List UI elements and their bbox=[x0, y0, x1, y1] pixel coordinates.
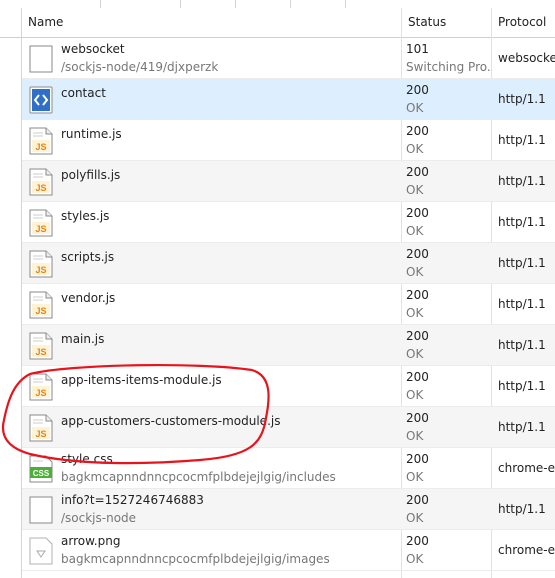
protocol-value: http/1.1 bbox=[498, 420, 546, 434]
column-header-status[interactable]: Status bbox=[401, 8, 491, 37]
html-file-icon bbox=[29, 86, 53, 114]
status-text: OK bbox=[406, 429, 424, 443]
js-file-icon: JS bbox=[29, 414, 53, 442]
protocol-value: http/1.1 bbox=[498, 502, 546, 516]
svg-text:CSS: CSS bbox=[33, 469, 50, 478]
js-file-icon: JS bbox=[29, 168, 53, 196]
request-name: app-customers-customers-module.js bbox=[61, 414, 281, 428]
status-text: OK bbox=[406, 183, 424, 197]
js-file-icon: JS bbox=[29, 332, 53, 360]
request-row[interactable]: info?t=1527246746883/sockjs-node 200 OK htt… bbox=[22, 489, 555, 530]
request-row[interactable]: CSS style.css bagkmcapnndnncpcocmfplbdejej… bbox=[22, 448, 555, 489]
status-text: OK bbox=[406, 101, 424, 115]
protocol-value: http/1.1 bbox=[498, 338, 546, 352]
status-code: 200 bbox=[406, 165, 429, 179]
request-path: /sockjs-node/419/djxperzk bbox=[61, 60, 219, 74]
protocol-value: http/1.1 bbox=[498, 256, 546, 270]
protocol-value: http/1.1 bbox=[498, 174, 546, 188]
request-row[interactable]: JS polyfills.js 200 OK http/1.1 bbox=[22, 161, 555, 202]
status-text: OK bbox=[406, 142, 424, 156]
js-file-icon: JS bbox=[29, 291, 53, 319]
protocol-value: http/1.1 bbox=[498, 92, 546, 106]
protocol-value: websocket bbox=[498, 51, 555, 65]
request-name: scripts.js bbox=[61, 250, 115, 264]
request-row[interactable]: JS app-items-items-module.js 200 OK http/1.1 bbox=[22, 366, 555, 407]
request-name: main.js bbox=[61, 332, 105, 346]
request-row[interactable]: JS app-customers-customers-module.js 200 OK… bbox=[22, 407, 555, 448]
request-path: bagkmcapnndnncpcocmfplbdejejlgig/include… bbox=[61, 470, 336, 484]
svg-text:JS: JS bbox=[35, 265, 46, 275]
svg-text:JS: JS bbox=[35, 347, 46, 357]
svg-text:JS: JS bbox=[35, 429, 46, 439]
status-text: OK bbox=[406, 347, 424, 361]
request-name: polyfills.js bbox=[61, 168, 121, 182]
top-strip bbox=[0, 0, 555, 8]
svg-text:JS: JS bbox=[35, 224, 46, 234]
js-file-icon: JS bbox=[29, 250, 53, 278]
status-code: 200 bbox=[406, 452, 429, 466]
request-name: arrow.png bbox=[61, 534, 121, 548]
svg-text:JS: JS bbox=[35, 306, 46, 316]
status-text: OK bbox=[406, 224, 424, 238]
status-code: 200 bbox=[406, 370, 429, 384]
request-name: contact bbox=[61, 86, 106, 100]
request-name: runtime.js bbox=[61, 127, 122, 141]
request-row[interactable]: websocket/sockjs-node/419/djxperzk 101 Swi… bbox=[22, 38, 555, 79]
css-file-icon: CSS bbox=[29, 455, 53, 483]
status-text: Switching Pro... bbox=[406, 60, 492, 74]
protocol-value: chrome-ex bbox=[498, 543, 555, 557]
request-row[interactable]: JS scripts.js 200 OK http/1.1 bbox=[22, 243, 555, 284]
svg-text:JS: JS bbox=[35, 183, 46, 193]
status-code: 200 bbox=[406, 288, 429, 302]
svg-text:JS: JS bbox=[35, 142, 46, 152]
status-text: OK bbox=[406, 511, 424, 525]
request-name: vendor.js bbox=[61, 291, 116, 305]
status-code: 200 bbox=[406, 329, 429, 343]
status-text: OK bbox=[406, 265, 424, 279]
table-header: Name Status Protocol bbox=[0, 8, 555, 38]
status-code: 200 bbox=[406, 83, 429, 97]
js-file-icon: JS bbox=[29, 373, 53, 401]
request-row[interactable]: JS vendor.js 200 OK http/1.1 bbox=[22, 284, 555, 325]
request-name: style.css bbox=[61, 452, 113, 466]
status-text: OK bbox=[406, 552, 424, 566]
protocol-value: chrome-ex bbox=[498, 461, 555, 475]
request-row[interactable]: contact 200 OK http/1.1 bbox=[22, 79, 555, 120]
request-row[interactable]: arrow.png bagkmcapnndnncpcocmfplbdejejlgi… bbox=[22, 530, 555, 571]
status-code: 200 bbox=[406, 247, 429, 261]
protocol-value: http/1.1 bbox=[498, 133, 546, 147]
image-file-icon bbox=[29, 537, 53, 565]
js-file-icon: JS bbox=[29, 209, 53, 237]
js-file-icon: JS bbox=[29, 127, 53, 155]
generic-file-icon bbox=[29, 496, 53, 524]
column-header-protocol[interactable]: Protocol bbox=[491, 8, 555, 37]
status-text: OK bbox=[406, 306, 424, 320]
status-text: OK bbox=[406, 388, 424, 402]
request-row[interactable]: JS runtime.js 200 OK http/1.1 bbox=[22, 120, 555, 161]
request-name: app-items-items-module.js bbox=[61, 373, 222, 387]
network-request-list: websocket/sockjs-node/419/djxperzk 101 Swi… bbox=[22, 38, 555, 571]
protocol-value: http/1.1 bbox=[498, 297, 546, 311]
protocol-value: http/1.1 bbox=[498, 215, 546, 229]
request-name: websocket bbox=[61, 42, 125, 56]
status-text: OK bbox=[406, 470, 424, 484]
status-code: 200 bbox=[406, 411, 429, 425]
request-row[interactable]: JS main.js 200 OK http/1.1 bbox=[22, 325, 555, 366]
protocol-value: http/1.1 bbox=[498, 379, 546, 393]
request-path: bagkmcapnndnncpcocmfplbdejejlgig/images bbox=[61, 552, 330, 566]
status-code: 200 bbox=[406, 206, 429, 220]
status-code: 200 bbox=[406, 493, 429, 507]
status-code: 200 bbox=[406, 124, 429, 138]
status-code: 101 bbox=[406, 42, 429, 56]
request-name: info?t=1527246746883 bbox=[61, 493, 204, 507]
column-header-name[interactable]: Name bbox=[22, 8, 401, 37]
request-row[interactable]: JS styles.js 200 OK http/1.1 bbox=[22, 202, 555, 243]
request-name: styles.js bbox=[61, 209, 110, 223]
generic-file-icon bbox=[29, 45, 53, 73]
status-code: 200 bbox=[406, 534, 429, 548]
request-path: /sockjs-node bbox=[61, 511, 137, 525]
svg-text:JS: JS bbox=[35, 388, 46, 398]
